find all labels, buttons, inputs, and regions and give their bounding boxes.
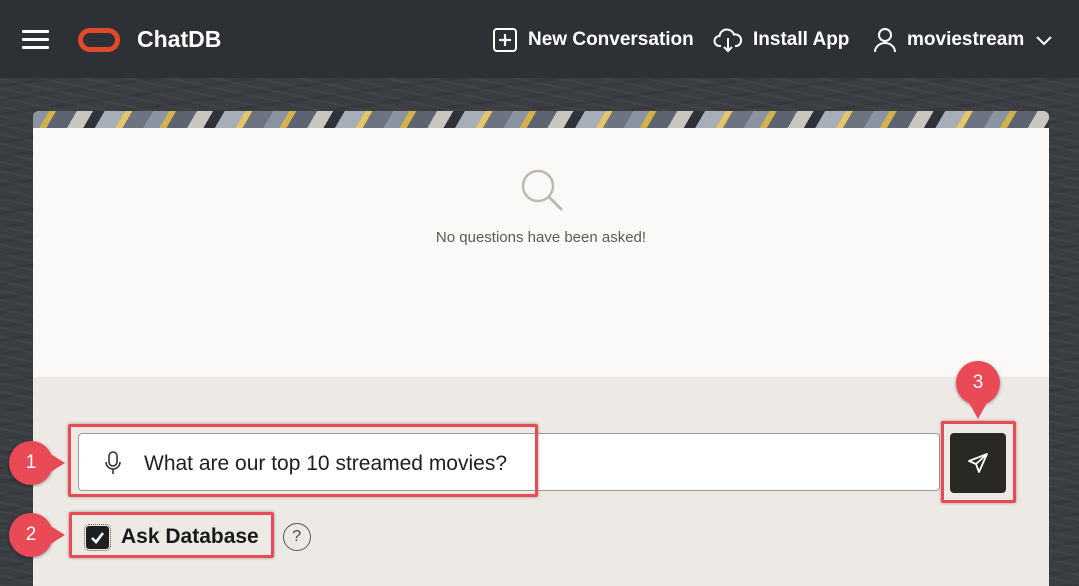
new-conversation-label: New Conversation — [528, 29, 694, 50]
decorative-banner — [33, 111, 1049, 128]
cloud-download-icon — [713, 28, 743, 53]
callout-marker-3: 3 — [956, 361, 1000, 419]
plus-square-icon — [493, 28, 517, 52]
chevron-down-icon — [1036, 36, 1052, 46]
username: moviestream — [907, 29, 1025, 50]
callout-number: 2 — [25, 524, 37, 545]
highlight-ask-database — [69, 512, 274, 558]
callout-marker-1: 1 — [9, 441, 65, 485]
search-icon — [521, 169, 564, 212]
highlight-question-input — [68, 424, 538, 497]
app-title: ChatDB — [137, 26, 222, 52]
oracle-logo-icon — [78, 28, 120, 52]
callout-marker-2: 2 — [9, 513, 65, 557]
highlight-send-button — [941, 421, 1016, 503]
callout-number: 3 — [972, 372, 984, 393]
app-header: ChatDB New Conversation Install App movi… — [0, 0, 1079, 78]
callout-number: 1 — [25, 452, 37, 473]
install-app-button[interactable]: Install App — [713, 24, 849, 56]
new-conversation-button[interactable]: New Conversation — [492, 24, 694, 56]
user-icon — [874, 28, 896, 53]
conversation-area: No questions have been asked! — [33, 128, 1049, 377]
menu-icon[interactable] — [22, 30, 50, 50]
help-icon[interactable]: ? — [282, 523, 311, 551]
empty-state-message: No questions have been asked! — [435, 229, 647, 246]
install-app-label: Install App — [753, 29, 850, 50]
user-menu-button[interactable]: moviestream — [873, 24, 1054, 56]
